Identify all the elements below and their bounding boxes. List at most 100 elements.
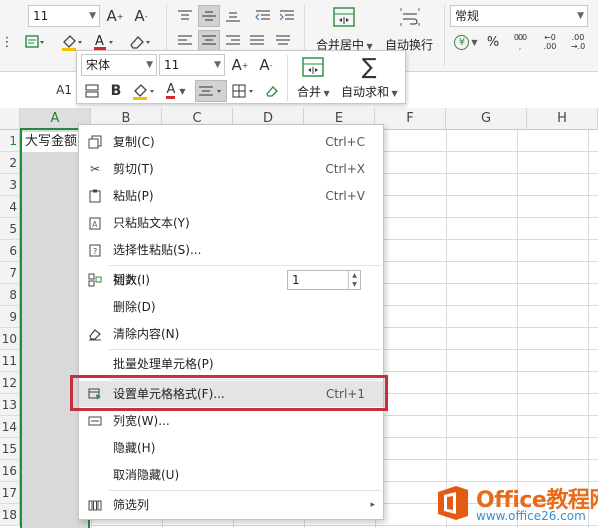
mini-shrink-font-icon[interactable]: A-	[255, 54, 277, 76]
row-header[interactable]: 9	[0, 306, 20, 328]
menu-item-label: 筛选列	[113, 498, 150, 512]
indent-decrease-icon[interactable]	[252, 5, 274, 27]
row-header[interactable]: 7	[0, 262, 20, 284]
row-header[interactable]: 12	[0, 372, 20, 394]
corner-select-all[interactable]	[0, 108, 20, 130]
row-header[interactable]: 11	[0, 350, 20, 372]
menu-item-clear-contents[interactable]: 清除内容(N)	[79, 321, 383, 347]
mini-autosum-label[interactable]: 自动求和 ▼	[341, 83, 398, 100]
row-header[interactable]: 6	[0, 240, 20, 262]
stepper-arrows-icon[interactable]: ▲ ▼	[348, 271, 360, 289]
menu-item-copy[interactable]: 复制(C) Ctrl+C	[79, 129, 383, 155]
align-left-icon[interactable]	[174, 30, 196, 52]
row-header[interactable]: 16	[0, 460, 20, 482]
cell-style-icon[interactable]	[22, 32, 48, 52]
menu-item-hide[interactable]: 隐藏(H)	[79, 435, 383, 461]
menu-item-paste-text-only[interactable]: A 只粘贴文本(Y)	[79, 210, 383, 236]
thousands-separator-icon[interactable]: 000,	[508, 30, 532, 54]
mini-format-painter-icon[interactable]	[81, 80, 103, 102]
row-header[interactable]: 2	[0, 152, 20, 174]
mini-font-size-select[interactable]: 11 ▼	[159, 54, 225, 76]
menu-separator	[109, 490, 381, 491]
mini-border-icon[interactable]	[229, 80, 259, 102]
mini-font-name-select[interactable]: 宋体 ▼	[81, 54, 157, 76]
mini-grow-font-icon[interactable]: A +	[229, 54, 251, 76]
column-header-h[interactable]: H	[527, 108, 598, 130]
menu-item-cut[interactable]: ✂ 剪切(T) Ctrl+X	[79, 156, 383, 182]
row-header[interactable]: 17	[0, 482, 20, 504]
border-icon[interactable]: ⋮	[1, 34, 14, 50]
number-format-value: 常规	[455, 9, 480, 23]
paste-special-icon: ?	[87, 242, 103, 258]
column-header-g[interactable]: G	[446, 108, 527, 130]
menu-item-label: 取消隐藏(U)	[113, 468, 180, 482]
decrease-decimal-icon[interactable]: .00 →.0	[566, 30, 590, 54]
menu-item-label: 删除(D)	[113, 300, 156, 314]
mini-font-color-button[interactable]: A ▼	[161, 80, 191, 102]
menu-item-unhide[interactable]: 取消隐藏(U)	[79, 462, 383, 488]
mini-fill-color-icon[interactable]	[129, 80, 159, 102]
font-color-icon[interactable]: A	[92, 32, 118, 52]
row-header[interactable]: 1	[0, 130, 20, 152]
menu-item-label: 清除内容(N)	[113, 327, 180, 341]
chevron-down-icon: ▼	[214, 60, 221, 70]
align-center-icon[interactable]	[198, 30, 220, 52]
align-bottom-icon[interactable]	[222, 5, 244, 27]
mini-merge-icon[interactable]	[299, 54, 327, 80]
menu-item-delete[interactable]: 删除(D)	[79, 294, 383, 320]
eraser-icon[interactable]	[126, 32, 154, 52]
increase-decimal-icon[interactable]: ←0.00	[538, 30, 562, 54]
percent-icon[interactable]: %	[484, 32, 502, 52]
menu-item-paste[interactable]: 粘贴(P) Ctrl+V	[79, 183, 383, 209]
distribute-icon[interactable]	[272, 30, 294, 52]
menu-item-paste-special[interactable]: ? 选择性粘贴(S)...	[79, 237, 383, 263]
watermark-url: www.office26.com	[476, 509, 586, 523]
menu-item-filter-columns[interactable]: 筛选列 ▸	[79, 492, 383, 518]
align-top-icon[interactable]	[174, 5, 196, 27]
menu-item-label: 只粘贴文本(Y)	[113, 216, 190, 230]
row-header[interactable]: 10	[0, 328, 20, 350]
row-header[interactable]: 15	[0, 438, 20, 460]
insert-icon	[87, 272, 103, 288]
number-format-select[interactable]: 常规 ▼	[450, 5, 588, 27]
menu-item-column-width[interactable]: 列宽(W)...	[79, 408, 383, 434]
mini-autosum-icon[interactable]: ∑	[355, 53, 383, 81]
row-header[interactable]: 13	[0, 394, 20, 416]
column-header-f[interactable]: F	[375, 108, 446, 130]
office-logo-icon	[438, 486, 468, 520]
grow-font-icon[interactable]: A +	[104, 5, 126, 27]
menu-item-batch-process[interactable]: 批量处理单元格(P)	[79, 351, 383, 377]
insert-count-label: 列数:	[113, 273, 142, 287]
auto-wrap-icon[interactable]	[396, 4, 424, 30]
mini-merge-label[interactable]: 合并 ▼	[297, 83, 330, 100]
scissors-icon: ✂	[89, 162, 101, 176]
shrink-font-icon[interactable]: A-	[130, 5, 152, 27]
submenu-arrow-icon: ▸	[370, 500, 375, 510]
row-header[interactable]: 8	[0, 284, 20, 306]
currency-symbol: ¥	[454, 34, 470, 50]
insert-count-value: 1	[292, 273, 300, 287]
highlight-annotation	[70, 375, 388, 411]
align-right-icon[interactable]	[222, 30, 244, 52]
merge-center-icon[interactable]	[330, 4, 358, 30]
indent-increase-icon[interactable]	[276, 5, 298, 27]
mini-bold-button[interactable]: B	[105, 80, 127, 102]
align-middle-icon[interactable]	[198, 5, 220, 27]
menu-item-label: 选择性粘贴(S)...	[113, 243, 202, 257]
row-header[interactable]: 4	[0, 196, 20, 218]
row-header[interactable]: 5	[0, 218, 20, 240]
mini-clear-icon[interactable]	[261, 80, 283, 102]
justify-icon[interactable]	[246, 30, 268, 52]
row-header[interactable]: 14	[0, 416, 20, 438]
menu-item-insert[interactable]: 插入(I) 列数: 1 ▲ ▼	[79, 267, 383, 293]
font-size-select[interactable]: 11 ▼	[28, 5, 100, 27]
fill-color-icon[interactable]	[58, 32, 86, 52]
currency-icon[interactable]: ¥ ▼	[452, 32, 480, 52]
name-box[interactable]: A1	[0, 80, 78, 100]
insert-count-stepper[interactable]: 1 ▲ ▼	[287, 270, 361, 290]
mini-merge-text: 合并	[297, 85, 322, 99]
row-header[interactable]: 3	[0, 174, 20, 196]
font-size-value: 11	[33, 9, 49, 23]
mini-align-icon[interactable]	[195, 80, 227, 102]
row-header[interactable]: 18	[0, 504, 20, 526]
